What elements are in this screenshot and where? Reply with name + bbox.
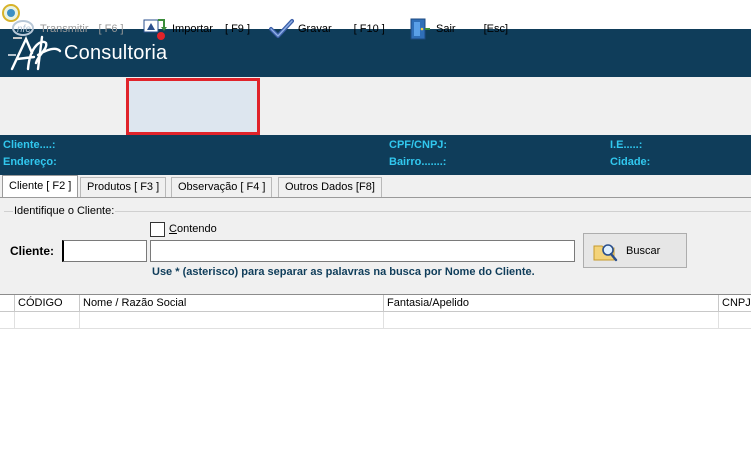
- info-ie: I.E.....:: [610, 139, 643, 151]
- highlight-box: [126, 78, 260, 135]
- import-icon: [143, 19, 167, 40]
- gravar-button[interactable]: Gravar [ F10 ]: [268, 0, 385, 58]
- grid-cell[interactable]: [384, 312, 719, 329]
- client-info-band: Cliente....: Endereço: CPF/CNPJ: Bairro.…: [0, 135, 751, 175]
- transmitir-key: [ F6 ]: [98, 23, 124, 35]
- group-divider: [4, 211, 751, 212]
- cliente-code-input[interactable]: [62, 240, 147, 262]
- door-exit-icon: [410, 18, 430, 40]
- tab-observacao[interactable]: Observação [ F4 ]: [171, 177, 273, 197]
- tab-outros-dados[interactable]: Outros Dados [F8]: [278, 177, 382, 197]
- importar-key: [ F9 ]: [224, 23, 251, 35]
- search-folder-icon: [593, 243, 618, 261]
- tab-strip: Cliente [ F2 ] Produtos [ F3 ] Observaçã…: [0, 175, 751, 197]
- info-cidade: Cidade:: [610, 156, 651, 168]
- group-title: Identifique o Cliente:: [13, 205, 116, 217]
- toolbar: [0, 77, 751, 135]
- app-window: Consultoria nfe Transmitir [ F6 ] Import…: [0, 0, 751, 462]
- grid-row-indicator: [0, 312, 15, 329]
- tab-cliente[interactable]: Cliente [ F2 ]: [2, 175, 79, 197]
- svg-text:nfe: nfe: [17, 24, 31, 35]
- grid-cell[interactable]: [15, 312, 80, 329]
- contendo-label: Contendo: [169, 223, 217, 235]
- sair-button[interactable]: Sair [Esc]: [406, 0, 508, 58]
- transmitir-button[interactable]: nfe Transmitir [ F6 ]: [10, 0, 124, 58]
- search-hint: Use * (asterisco) para separar as palavr…: [152, 266, 535, 278]
- grid-indicator-header: [0, 295, 15, 312]
- grid-header-fantasia[interactable]: Fantasia/Apelido: [384, 295, 719, 312]
- grid-header-nome[interactable]: Nome / Razão Social: [80, 295, 384, 312]
- info-cliente: Cliente....:: [3, 139, 56, 151]
- info-bairro: Bairro.......:: [389, 156, 447, 168]
- tab-produtos[interactable]: Produtos [ F3 ]: [80, 177, 167, 197]
- checkmark-icon: [269, 19, 294, 38]
- buscar-button[interactable]: Buscar: [583, 233, 687, 268]
- info-cpf: CPF/CNPJ:: [389, 139, 448, 151]
- sair-label: Sair: [436, 23, 456, 35]
- grid-cell[interactable]: [80, 312, 384, 329]
- contendo-checkbox[interactable]: [150, 222, 165, 237]
- buscar-label: Buscar: [626, 244, 661, 257]
- client-grid[interactable]: CÓDIGO Nome / Razão Social Fantasia/Apel…: [0, 294, 751, 462]
- grid-cell[interactable]: [719, 312, 751, 329]
- gravar-key: [ F10 ]: [353, 23, 385, 35]
- importar-button[interactable]: Importar [ F9 ]: [142, 0, 250, 58]
- sair-key: [Esc]: [483, 23, 509, 35]
- cliente-label: Cliente:: [10, 244, 55, 258]
- info-endereco: Endereço:: [3, 156, 57, 168]
- cliente-panel: Identifique o Cliente: Contendo Cliente:…: [0, 197, 751, 462]
- importar-label: Importar: [172, 23, 213, 35]
- gravar-label: Gravar: [298, 23, 332, 35]
- transmitir-label: Transmitir: [40, 23, 89, 35]
- transmit-icon: nfe: [12, 20, 34, 39]
- cliente-name-input[interactable]: [150, 240, 575, 262]
- grid-header-cnpj[interactable]: CNPJ: [719, 295, 751, 312]
- grid-header-codigo[interactable]: CÓDIGO: [15, 295, 80, 312]
